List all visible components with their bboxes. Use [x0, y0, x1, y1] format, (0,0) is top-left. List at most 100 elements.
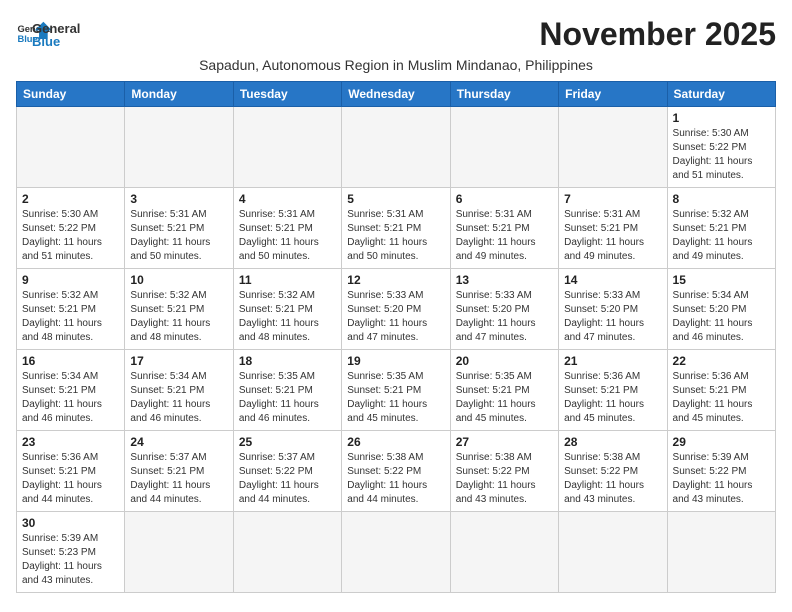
- header: General Blue General Blue November 2025: [16, 16, 776, 53]
- weekday-header-tuesday: Tuesday: [233, 82, 341, 107]
- day-number: 10: [130, 273, 227, 287]
- day-number: 1: [673, 111, 770, 125]
- calendar-cell: 22 Sunrise: 5:36 AM Sunset: 5:21 PM Dayli…: [667, 350, 775, 431]
- day-info: Sunrise: 5:37 AM Sunset: 5:22 PM Dayligh…: [239, 451, 336, 507]
- day-number: 25: [239, 435, 336, 449]
- day-info: Sunrise: 5:32 AM Sunset: 5:21 PM Dayligh…: [130, 289, 227, 345]
- day-info: Sunrise: 5:37 AM Sunset: 5:21 PM Dayligh…: [130, 451, 227, 507]
- day-info: Sunrise: 5:35 AM Sunset: 5:21 PM Dayligh…: [239, 370, 336, 426]
- calendar-cell: [342, 512, 450, 593]
- day-info: Sunrise: 5:34 AM Sunset: 5:21 PM Dayligh…: [22, 370, 119, 426]
- calendar-week-row: 23Sunrise: 5:36 AM Sunset: 5:21 PM Dayli…: [17, 431, 776, 512]
- day-info: Sunrise: 5:39 AM Sunset: 5:22 PM Dayligh…: [673, 451, 770, 507]
- day-info: Sunrise: 5:33 AM Sunset: 5:20 PM Dayligh…: [347, 289, 444, 345]
- calendar-cell: 13Sunrise: 5:33 AM Sunset: 5:20 PM Dayli…: [450, 269, 558, 350]
- calendar-cell: 9 Sunrise: 5:32 AM Sunset: 5:21 PM Daylig…: [17, 269, 125, 350]
- day-info: Sunrise: 5:35 AM Sunset: 5:21 PM Dayligh…: [347, 370, 444, 426]
- day-number: 16: [22, 354, 119, 368]
- weekday-header-wednesday: Wednesday: [342, 82, 450, 107]
- day-number: 21: [564, 354, 661, 368]
- calendar-table: SundayMondayTuesdayWednesdayThursdayFrid…: [16, 81, 776, 593]
- calendar-cell: 6 Sunrise: 5:31 AM Sunset: 5:21 PM Daylig…: [450, 188, 558, 269]
- day-info: Sunrise: 5:32 AM Sunset: 5:21 PM Dayligh…: [22, 289, 119, 345]
- calendar-cell: 7 Sunrise: 5:31 AM Sunset: 5:21 PM Daylig…: [559, 188, 667, 269]
- calendar-cell: 17Sunrise: 5:34 AM Sunset: 5:21 PM Dayli…: [125, 350, 233, 431]
- calendar-cell: 15 Sunrise: 5:34 AM Sunset: 5:20 PM Dayli…: [667, 269, 775, 350]
- day-number: 28: [564, 435, 661, 449]
- calendar-cell: 8 Sunrise: 5:32 AM Sunset: 5:21 PM Daylig…: [667, 188, 775, 269]
- calendar-cell: 2 Sunrise: 5:30 AM Sunset: 5:22 PM Daylig…: [17, 188, 125, 269]
- calendar-cell: [559, 107, 667, 188]
- logo: General Blue General Blue: [16, 16, 80, 52]
- day-info: Sunrise: 5:36 AM Sunset: 5:21 PM Dayligh…: [564, 370, 661, 426]
- day-info: Sunrise: 5:31 AM Sunset: 5:21 PM Dayligh…: [564, 208, 661, 264]
- logo-blue: Blue: [32, 34, 80, 49]
- calendar-cell: 30Sunrise: 5:39 AM Sunset: 5:23 PM Dayli…: [17, 512, 125, 593]
- day-number: 6: [456, 192, 553, 206]
- calendar-cell: [450, 512, 558, 593]
- day-info: Sunrise: 5:31 AM Sunset: 5:21 PM Dayligh…: [239, 208, 336, 264]
- calendar-cell: 28 Sunrise: 5:38 AM Sunset: 5:22 PM Dayli…: [559, 431, 667, 512]
- calendar-cell: [125, 107, 233, 188]
- day-number: 8: [673, 192, 770, 206]
- calendar-cell: [667, 512, 775, 593]
- day-number: 3: [130, 192, 227, 206]
- calendar-week-row: 1 Sunrise: 5:30 AM Sunset: 5:22 PM Daylig…: [17, 107, 776, 188]
- day-info: Sunrise: 5:34 AM Sunset: 5:20 PM Dayligh…: [673, 289, 770, 345]
- calendar-week-row: 2 Sunrise: 5:30 AM Sunset: 5:22 PM Daylig…: [17, 188, 776, 269]
- calendar-week-row: 16 Sunrise: 5:34 AM Sunset: 5:21 PM Dayli…: [17, 350, 776, 431]
- day-info: Sunrise: 5:32 AM Sunset: 5:21 PM Dayligh…: [239, 289, 336, 345]
- calendar-cell: [125, 512, 233, 593]
- day-info: Sunrise: 5:30 AM Sunset: 5:22 PM Dayligh…: [673, 127, 770, 183]
- day-info: Sunrise: 5:36 AM Sunset: 5:21 PM Dayligh…: [673, 370, 770, 426]
- calendar-cell: 20 Sunrise: 5:35 AM Sunset: 5:21 PM Dayli…: [450, 350, 558, 431]
- calendar-cell: 12Sunrise: 5:33 AM Sunset: 5:20 PM Dayli…: [342, 269, 450, 350]
- day-number: 4: [239, 192, 336, 206]
- calendar-cell: [342, 107, 450, 188]
- day-info: Sunrise: 5:31 AM Sunset: 5:21 PM Dayligh…: [347, 208, 444, 264]
- weekday-header-monday: Monday: [125, 82, 233, 107]
- calendar-cell: 11 Sunrise: 5:32 AM Sunset: 5:21 PM Dayli…: [233, 269, 341, 350]
- calendar-cell: 29 Sunrise: 5:39 AM Sunset: 5:22 PM Dayli…: [667, 431, 775, 512]
- weekday-header-saturday: Saturday: [667, 82, 775, 107]
- calendar-cell: 25 Sunrise: 5:37 AM Sunset: 5:22 PM Dayli…: [233, 431, 341, 512]
- weekday-header-friday: Friday: [559, 82, 667, 107]
- calendar-cell: 18 Sunrise: 5:35 AM Sunset: 5:21 PM Dayli…: [233, 350, 341, 431]
- weekday-header-row: SundayMondayTuesdayWednesdayThursdayFrid…: [17, 82, 776, 107]
- calendar-cell: [559, 512, 667, 593]
- month-title: November 2025: [539, 16, 776, 53]
- day-info: Sunrise: 5:35 AM Sunset: 5:21 PM Dayligh…: [456, 370, 553, 426]
- day-info: Sunrise: 5:33 AM Sunset: 5:20 PM Dayligh…: [456, 289, 553, 345]
- day-info: Sunrise: 5:38 AM Sunset: 5:22 PM Dayligh…: [347, 451, 444, 507]
- day-number: 29: [673, 435, 770, 449]
- day-number: 22: [673, 354, 770, 368]
- day-number: 17: [130, 354, 227, 368]
- day-number: 15: [673, 273, 770, 287]
- day-info: Sunrise: 5:32 AM Sunset: 5:21 PM Dayligh…: [673, 208, 770, 264]
- day-number: 2: [22, 192, 119, 206]
- day-number: 18: [239, 354, 336, 368]
- calendar-cell: 24 Sunrise: 5:37 AM Sunset: 5:21 PM Dayli…: [125, 431, 233, 512]
- weekday-header-sunday: Sunday: [17, 82, 125, 107]
- calendar-cell: [233, 512, 341, 593]
- day-info: Sunrise: 5:36 AM Sunset: 5:21 PM Dayligh…: [22, 451, 119, 507]
- calendar-cell: 27Sunrise: 5:38 AM Sunset: 5:22 PM Dayli…: [450, 431, 558, 512]
- calendar-week-row: 30Sunrise: 5:39 AM Sunset: 5:23 PM Dayli…: [17, 512, 776, 593]
- calendar-cell: 16 Sunrise: 5:34 AM Sunset: 5:21 PM Dayli…: [17, 350, 125, 431]
- day-info: Sunrise: 5:38 AM Sunset: 5:22 PM Dayligh…: [564, 451, 661, 507]
- day-number: 20: [456, 354, 553, 368]
- day-info: Sunrise: 5:39 AM Sunset: 5:23 PM Dayligh…: [22, 532, 119, 588]
- calendar-cell: 14Sunrise: 5:33 AM Sunset: 5:20 PM Dayli…: [559, 269, 667, 350]
- day-info: Sunrise: 5:30 AM Sunset: 5:22 PM Dayligh…: [22, 208, 119, 264]
- day-number: 9: [22, 273, 119, 287]
- calendar-cell: 5Sunrise: 5:31 AM Sunset: 5:21 PM Daylig…: [342, 188, 450, 269]
- day-number: 24: [130, 435, 227, 449]
- day-number: 7: [564, 192, 661, 206]
- day-number: 11: [239, 273, 336, 287]
- calendar-cell: [450, 107, 558, 188]
- day-info: Sunrise: 5:31 AM Sunset: 5:21 PM Dayligh…: [456, 208, 553, 264]
- day-info: Sunrise: 5:33 AM Sunset: 5:20 PM Dayligh…: [564, 289, 661, 345]
- calendar-cell: 10 Sunrise: 5:32 AM Sunset: 5:21 PM Dayli…: [125, 269, 233, 350]
- calendar-cell: 23Sunrise: 5:36 AM Sunset: 5:21 PM Dayli…: [17, 431, 125, 512]
- calendar-cell: 21 Sunrise: 5:36 AM Sunset: 5:21 PM Dayli…: [559, 350, 667, 431]
